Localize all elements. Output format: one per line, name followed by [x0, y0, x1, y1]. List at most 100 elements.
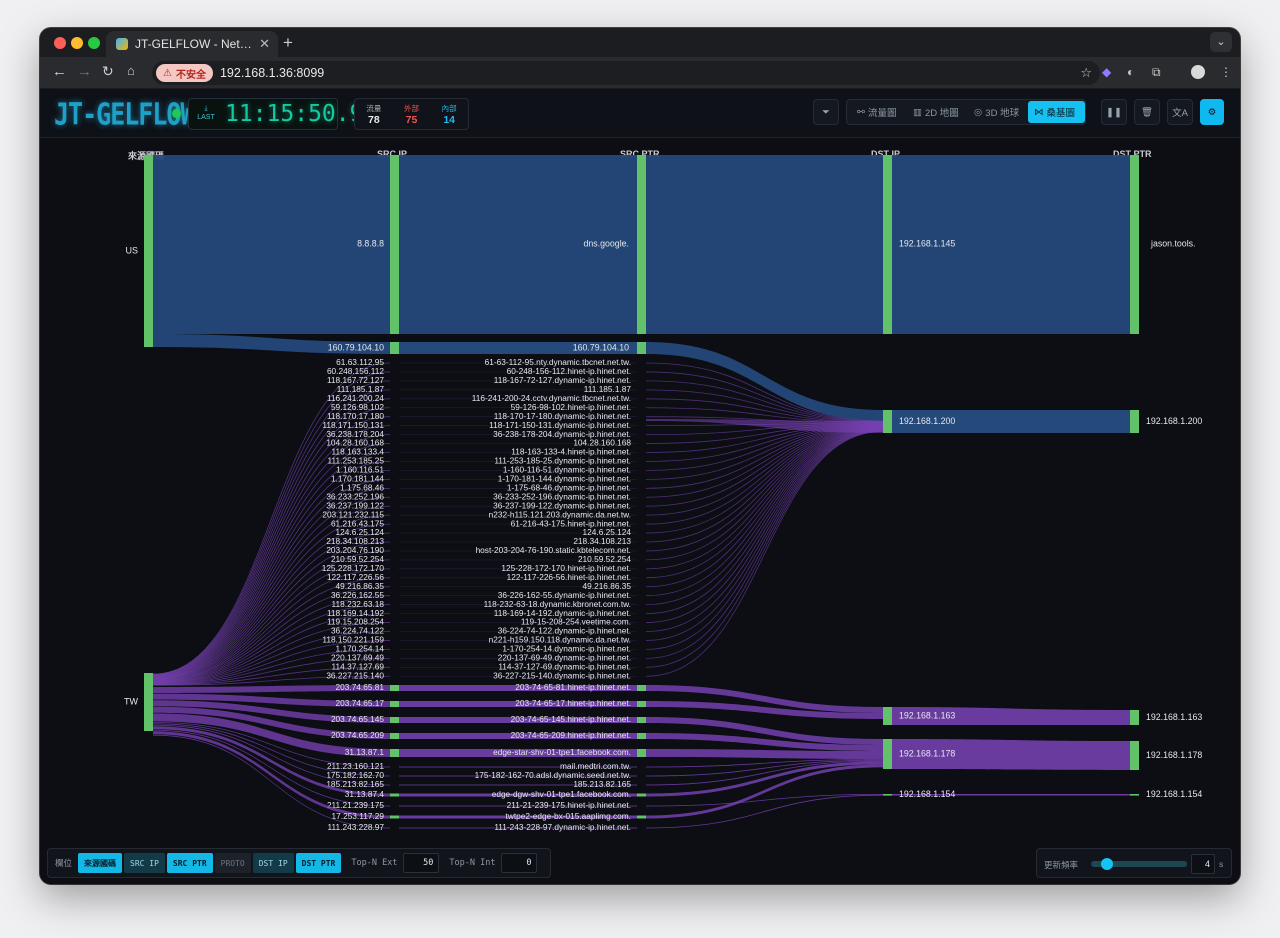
src-ip-node	[390, 717, 399, 723]
insecure-badge[interactable]: ⚠ 不安全	[156, 64, 213, 82]
zoom-window-button[interactable]	[88, 37, 100, 49]
src-ptr-node	[637, 701, 646, 707]
topn-ext-input[interactable]: 50	[403, 853, 440, 873]
dst-ptr-node	[1130, 741, 1139, 770]
view-flow-button[interactable]: ⚯ 流量圖	[851, 100, 902, 124]
globe-icon: ◎	[974, 106, 983, 118]
close-tab-icon[interactable]: ✕	[259, 36, 270, 52]
sankey-link	[645, 426, 884, 543]
filter-button[interactable]: ⏷	[813, 99, 839, 125]
topn-int-input[interactable]: 0	[501, 853, 538, 873]
src-ip-node	[390, 733, 399, 739]
map-icon: ▥	[913, 106, 922, 118]
browser-tab[interactable]: JT-GELFLOW - Network Traffic ✕	[106, 31, 278, 57]
field-chip-src-ptr[interactable]: SRC PTR	[166, 853, 213, 873]
sankey-link	[646, 764, 883, 819]
field-chip-src-ip[interactable]: SRC IP	[124, 853, 165, 873]
count-internal: 內部 14	[430, 99, 468, 129]
extension-icon[interactable]: ◆	[1102, 65, 1111, 79]
favicon-icon	[116, 38, 128, 50]
translate-button[interactable]: 文A	[1167, 99, 1193, 125]
warning-icon: ⚠	[163, 67, 172, 79]
home-icon[interactable]: ⌂	[127, 63, 135, 78]
refresh-controls: 更新頻率 4 s	[1036, 848, 1232, 878]
dst-ptr-label: jason.tools.	[1150, 238, 1196, 248]
translate-icon: 文A	[1172, 108, 1188, 119]
src-ptr-node	[637, 155, 646, 334]
view-sankey-button[interactable]: ⋈ 桑基圖	[1028, 101, 1085, 123]
sankey-icon: ⋈	[1034, 106, 1044, 118]
sankey-link	[153, 155, 390, 334]
src-ip-node	[390, 342, 399, 354]
src-ip-label: 111.243.228.97	[328, 822, 385, 832]
count-value: 14	[443, 114, 456, 126]
count-external: 外部 75	[393, 99, 431, 129]
extension-icon-2[interactable]: ◐	[1127, 65, 1134, 79]
tab-search-button[interactable]: ⌄	[1210, 32, 1232, 52]
field-chip-dst-ip[interactable]: DST IP	[252, 853, 294, 873]
url-text[interactable]: 192.168.1.36:8099	[220, 66, 324, 80]
src-ptr-label: edge-dgw-shv-01-tpe1.facebook.com.	[492, 789, 631, 799]
clear-button[interactable]: 🗑	[1134, 99, 1160, 125]
src-ptr-node	[637, 342, 646, 354]
src-ip-node	[390, 793, 399, 797]
refresh-slider[interactable]	[1091, 858, 1187, 870]
view-2d-map-button[interactable]: ▥ 2D 地圖	[907, 100, 965, 124]
live-status-dot	[172, 109, 181, 118]
settings-button[interactable]: ⚙	[1200, 99, 1224, 125]
filter-icon: ⏷	[822, 106, 830, 118]
forward-icon[interactable]: →	[77, 63, 92, 80]
dst-ip-label: 192.168.1.145	[899, 238, 955, 248]
src-ptr-label: 203-74-65-145.hinet-ip.hinet.net.	[511, 714, 631, 724]
sankey-link	[645, 431, 884, 677]
view-label: 桑基圖	[1046, 108, 1076, 119]
download-icon: ⤓	[204, 105, 208, 112]
reload-icon[interactable]: ↻	[102, 63, 114, 80]
refresh-slider-knob[interactable]	[1100, 858, 1113, 870]
last-label: ⤓ LAST	[194, 104, 218, 122]
field-chip-proto[interactable]: PROTO	[214, 853, 251, 873]
back-icon[interactable]: ←	[52, 63, 67, 80]
country-node-us	[144, 155, 153, 347]
tab-bar: JT-GELFLOW - Network Traffic ✕ + ⌄	[40, 28, 1240, 57]
count-value: 78	[367, 114, 380, 126]
refresh-value-input[interactable]: 4	[1191, 854, 1215, 874]
dst-ptr-node	[1130, 410, 1139, 433]
sankey-link	[645, 426, 884, 525]
field-chip-country[interactable]: 來源國碼	[78, 853, 123, 873]
dst-ptr-node	[1130, 710, 1139, 725]
close-window-button[interactable]	[54, 37, 66, 49]
extensions-puzzle-icon[interactable]: ⧉	[1152, 65, 1161, 80]
view-3d-globe-button[interactable]: ◎ 3D 地球	[968, 100, 1025, 124]
src-ptr-node	[637, 793, 646, 797]
sankey-link	[645, 430, 884, 650]
count-label: 外部	[404, 104, 419, 113]
src-ip-node	[390, 155, 399, 334]
clock-label: LAST	[197, 114, 215, 121]
dst-ptr-label: 192.168.1.154	[1146, 789, 1202, 799]
bookmark-star-icon[interactable]: ☆	[1080, 65, 1092, 81]
dst-ip-node	[883, 155, 892, 334]
dst-ip-label: 192.168.1.200	[899, 416, 955, 426]
src-ip-label: 160.79.104.10	[328, 342, 384, 352]
src-ip-label: 36.227.215.140	[326, 670, 384, 680]
pause-button[interactable]: ❚❚	[1101, 99, 1127, 125]
view-label: 流量圖	[867, 108, 897, 119]
minimize-window-button[interactable]	[71, 37, 83, 49]
src-ptr-label: dns.google.	[584, 238, 630, 248]
src-ip-label: 17.253.117.29	[332, 811, 385, 821]
src-ptr-node	[637, 733, 646, 739]
field-chip-dst-ptr[interactable]: DST PTR	[295, 853, 342, 873]
browser-menu-icon[interactable]: ⋮	[1220, 65, 1232, 79]
topn-int-label: Top-N Int	[449, 858, 496, 868]
url-box[interactable]: ⚠ 不安全 192.168.1.36:8099 ☆	[152, 61, 1100, 85]
sankey-link	[645, 428, 884, 606]
profile-avatar[interactable]	[1191, 65, 1205, 79]
src-ip-node	[390, 815, 399, 819]
src-ip-node	[390, 701, 399, 707]
new-tab-button[interactable]: +	[283, 33, 293, 53]
topn-ext-label: Top-N Ext	[351, 858, 398, 868]
src-ptr-label: 203-74-65-17.hinet-ip.hinet.net.	[515, 698, 631, 708]
src-ip-label: 203.74.65.209	[331, 730, 384, 740]
insecure-label: 不安全	[175, 69, 206, 81]
